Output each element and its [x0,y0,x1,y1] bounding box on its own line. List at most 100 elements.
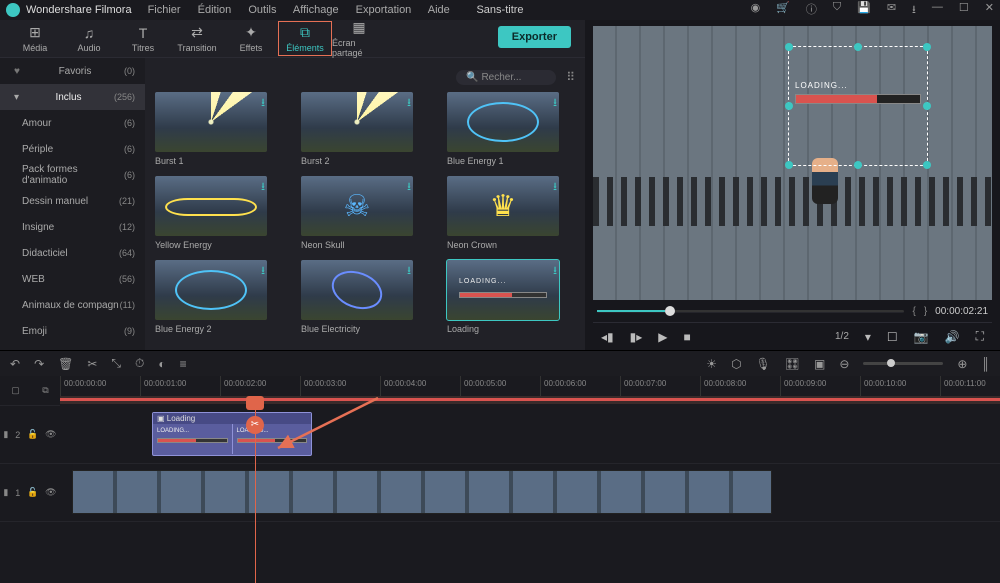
quality-icon[interactable]: ☐ [887,330,898,344]
sidebar-item-tutorial[interactable]: Didacticiel(64) [0,240,145,266]
thumb-yellow-energy[interactable]: ⭳Yellow Energy [155,176,267,250]
adjust-icon[interactable]: ≡ [180,357,187,371]
download-icon[interactable]: ⭳ [261,94,265,113]
support-icon[interactable]: ◉ [751,1,761,20]
sidebar-item-shapes[interactable]: Pack formes d'animatio(6) [0,162,145,188]
snapshot-icon[interactable]: 📷 [914,330,929,344]
thumb-blue-energy-2[interactable]: ⭳Blue Energy 2 [155,260,267,334]
track-1[interactable] [60,464,1000,522]
thumb-burst-1[interactable]: ⭳Burst 1 [155,92,267,166]
close-icon[interactable]: ✕ [985,1,994,20]
menu-edit[interactable]: Édition [198,4,232,16]
redo-icon[interactable]: ↷ [34,357,44,371]
preview-scrubber[interactable] [597,310,904,313]
mail-icon[interactable]: ✉ [887,1,896,20]
search-input[interactable]: 🔍 Recher... [456,70,556,85]
color-icon[interactable]: ◐ [158,357,165,371]
download-icon[interactable]: ⭳ [261,262,265,281]
download-icon[interactable]: ⭳ [553,178,557,197]
timeline-link-icon[interactable]: ⧉ [42,385,48,396]
next-frame-icon[interactable]: ▮▸ [630,330,643,344]
render-icon[interactable]: ☀ [706,357,717,371]
timeline-ruler[interactable]: 00:00:00:0000:00:01:0000:00:02:0000:00:0… [60,376,1000,396]
sidebar-item-amour[interactable]: Amour(6) [0,110,145,136]
thumb-burst-2[interactable]: ⭳Burst 2 [301,92,413,166]
sidebar-item-web[interactable]: WEB(56) [0,266,145,292]
thumb-neon-skull[interactable]: ⭳Neon Skull [301,176,413,250]
menu-help[interactable]: Aide [428,4,450,16]
keyframe-icon[interactable]: ▣ [814,357,825,371]
lock-icon[interactable]: 🔓 [27,429,38,440]
download-icon[interactable]: ⭳ [912,1,916,20]
menu-file[interactable]: Fichier [148,4,181,16]
prev-frame-icon[interactable]: ◂▮ [601,330,614,344]
sidebar-included[interactable]: Inclus(256) [0,84,145,110]
visibility-icon[interactable]: 👁 [45,429,56,440]
menu-tools[interactable]: Outils [248,4,276,16]
track-mute-icon[interactable]: ▮ [3,487,8,498]
download-icon[interactable]: ⭳ [407,262,411,281]
thumb-blue-energy-1[interactable]: ⭳Blue Energy 1 [447,92,559,166]
delete-icon[interactable]: 🗑 [58,357,73,371]
preview-zoom[interactable]: 1/2 [835,331,849,342]
menu-export[interactable]: Exportation [356,4,412,16]
tab-effects[interactable]: ✦Effets [224,21,278,56]
preview-viewport[interactable]: LOADING... [593,26,992,300]
zoom-out-icon[interactable]: ⊖ [839,357,849,371]
mixer-icon[interactable]: 🎛 [785,357,800,371]
sidebar-item-pets[interactable]: Animaux de compagn(11) [0,292,145,318]
account-icon[interactable]: ⛉ [833,1,841,20]
sidebar-item-emoji[interactable]: Emoji(9) [0,318,145,344]
zoom-in-icon[interactable]: ⊕ [957,357,967,371]
playhead[interactable]: ✂ [255,396,256,583]
undo-icon[interactable]: ↶ [10,357,20,371]
download-icon[interactable]: ⭳ [553,262,557,281]
sidebar-item-drawing[interactable]: Dessin manuel(21) [0,188,145,214]
lock-icon[interactable]: 🔓 [27,487,38,498]
thumb-blue-electricity[interactable]: ⭳Blue Electricity [301,260,413,334]
volume-icon[interactable]: 🔊 [945,330,960,344]
export-button[interactable]: Exporter [498,26,571,48]
download-icon[interactable]: ⭳ [261,178,265,197]
zoom-slider[interactable] [863,362,943,365]
selection-box[interactable] [788,46,928,166]
timeline-settings-icon[interactable]: ▢ [11,385,20,396]
download-icon[interactable]: ⭳ [407,94,411,113]
scissors-icon[interactable]: ✂ [246,416,264,434]
play-icon[interactable]: ▶ [658,330,667,344]
fit-icon[interactable]: ║ [981,357,990,371]
track-header-2[interactable]: ▮ 2 🔓 👁 [0,406,60,464]
fullscreen-icon[interactable]: ⛶ [976,329,984,344]
save-icon[interactable]: 💾 [857,1,871,20]
tab-splitscreen[interactable]: ▦Écran partagé [332,16,386,61]
maximize-icon[interactable]: ☐ [959,1,969,20]
sidebar-favorites[interactable]: Favoris(0) [0,58,145,84]
info-icon[interactable]: ⓘ [806,1,817,20]
record-icon[interactable]: 🎙 [756,357,771,371]
marker-icon[interactable]: ⬡ [731,357,741,371]
tab-transition[interactable]: ⇄Transition [170,21,224,56]
stop-icon[interactable]: ■ [684,330,691,344]
cut-icon[interactable]: ✂ [87,357,97,371]
tab-elements[interactable]: ⧉Éléments [278,21,332,56]
cart-icon[interactable]: 🛒 [776,1,790,20]
chevron-down-icon[interactable]: ▾ [865,330,871,344]
thumb-loading[interactable]: ⭳LOADING...Loading [447,260,559,334]
sidebar-item-badge[interactable]: Insigne(12) [0,214,145,240]
speed-icon[interactable]: ⏱ [135,356,144,371]
thumb-neon-crown[interactable]: ⭳Neon Crown [447,176,559,250]
clip-video[interactable] [72,470,772,514]
download-icon[interactable]: ⭳ [553,94,557,113]
track-header-1[interactable]: ▮ 1 🔓 👁 [0,464,60,522]
sidebar-item-periple[interactable]: Périple(6) [0,136,145,162]
track-2[interactable]: ▣ Loading LOADING... LOADING... [60,406,1000,464]
tab-titles[interactable]: TTitres [116,22,170,56]
clip-loading-element[interactable]: ▣ Loading LOADING... LOADING... [152,412,312,456]
grid-view-icon[interactable]: ⠿ [566,70,575,84]
crop-icon[interactable]: ⤡ [111,356,121,371]
tab-media[interactable]: ⊞Média [8,21,62,56]
visibility-icon[interactable]: 👁 [45,487,56,498]
minimize-icon[interactable]: — [932,1,943,20]
track-mute-icon[interactable]: ▮ [3,429,8,440]
download-icon[interactable]: ⭳ [407,178,411,197]
